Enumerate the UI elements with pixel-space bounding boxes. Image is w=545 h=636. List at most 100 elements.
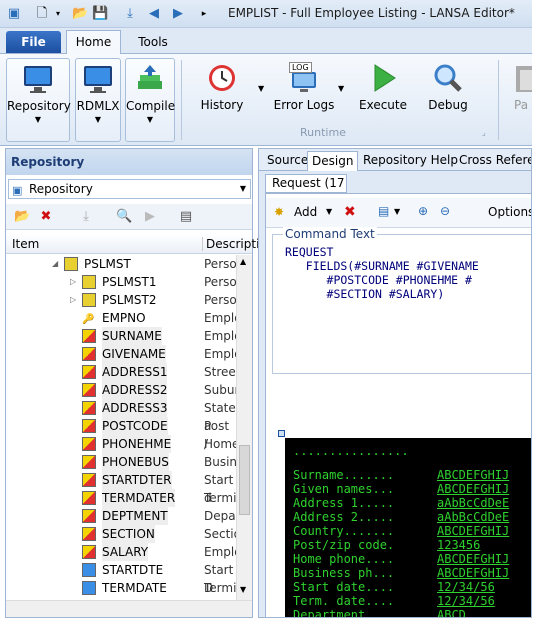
- chevron-down-icon[interactable]: ▼: [394, 207, 400, 216]
- tree-item-name: STARTDTER: [102, 471, 172, 489]
- screen-field-value[interactable]: ABCDEFGHIJ: [437, 552, 509, 566]
- column-item[interactable]: Item: [12, 237, 39, 251]
- tree-item-description: Person: [204, 275, 236, 289]
- tab-repository-help[interactable]: Repository Help: [359, 151, 462, 171]
- tree-row[interactable]: ADDRESS3 State a: [6, 399, 236, 433]
- tree-row[interactable]: 🔑 EMPNO Emplo: [6, 309, 236, 327]
- tree-row[interactable]: ◢ PSLMST Person: [6, 255, 236, 273]
- delete-icon[interactable]: ✖: [344, 204, 356, 220]
- history-dropdown-icon[interactable]: ▼: [258, 84, 264, 93]
- tree-row[interactable]: DEPTMENT Depar: [6, 507, 236, 525]
- scroll-up-icon[interactable]: ▲: [240, 257, 246, 266]
- request-tab[interactable]: Request (17 ): [265, 174, 347, 207]
- screen-field-value[interactable]: 123456: [437, 538, 480, 552]
- tab-source[interactable]: Source: [263, 151, 312, 171]
- error-logs-dropdown-icon[interactable]: ▼: [338, 84, 344, 93]
- tree-row[interactable]: SURNAME Emplo: [6, 327, 236, 345]
- tree-row[interactable]: STARTDTER Start d: [6, 471, 236, 505]
- tab-tools[interactable]: Tools: [128, 31, 178, 53]
- screen-field-value[interactable]: 12/34/56: [437, 594, 495, 608]
- key-icon: 🔑: [82, 314, 95, 325]
- dropdown-arrow-icon[interactable]: ▾: [50, 6, 66, 22]
- tree-row[interactable]: PHONEHME Home: [6, 435, 236, 453]
- forward-icon[interactable]: ▶: [170, 6, 186, 22]
- scroll-thumb[interactable]: [239, 445, 250, 515]
- tree-item-name: ADDRESS1: [102, 363, 168, 381]
- screen-field-value[interactable]: aAbBcCdDeE: [437, 510, 509, 524]
- open-folder-icon[interactable]: 📂: [14, 209, 30, 225]
- play-icon[interactable]: ▶: [142, 209, 158, 225]
- command-text-box: Command Text REQUEST FIELDS(#SURNAME #GI…: [272, 227, 531, 374]
- download-icon[interactable]: ⤓: [78, 209, 94, 225]
- tab-file[interactable]: File: [6, 31, 61, 53]
- tree-row[interactable]: SALARY Emplo: [6, 543, 236, 561]
- screen-field-value[interactable]: ABCD: [437, 608, 466, 617]
- monitor-icon: [24, 66, 52, 93]
- add-icon: ✸: [274, 205, 285, 219]
- tab-design[interactable]: Design: [307, 151, 359, 171]
- repository-panel: Repository ▣ Repository ▼ 📂 ✖ ⤓ 🔍 ▶ ▤ It…: [5, 148, 267, 618]
- open-folder-icon[interactable]: 📂: [72, 6, 88, 22]
- compile-button[interactable]: Compile ▼: [125, 58, 175, 142]
- command-text[interactable]: REQUEST FIELDS(#SURNAME #GIVENAME #POSTC…: [285, 245, 479, 301]
- screen-field-value[interactable]: ABCDEFGHIJ: [437, 524, 509, 538]
- tree-row[interactable]: TERMDATE Termi: [6, 579, 236, 597]
- search-icon[interactable]: 🔍: [116, 209, 132, 225]
- tab-home[interactable]: Home: [66, 30, 121, 55]
- expander-icon[interactable]: ◢: [52, 255, 58, 273]
- execute-label: Execute: [359, 98, 407, 112]
- tree-row[interactable]: ▷ PSLMST1 Person: [6, 273, 236, 291]
- layout-icon[interactable]: ▤: [378, 204, 389, 218]
- horizontal-scrollbar[interactable]: [6, 600, 252, 617]
- chevron-down-icon[interactable]: ▼: [326, 207, 332, 216]
- scroll-down-icon[interactable]: ▼: [240, 585, 246, 594]
- column-header: Item Descriptio: [6, 234, 267, 254]
- divider: [498, 60, 499, 140]
- tree-row[interactable]: POSTCODE Post /: [6, 417, 236, 451]
- field-icon: [82, 563, 96, 577]
- screen-field-value[interactable]: ABCDEFGHIJ: [437, 468, 509, 482]
- delete-icon[interactable]: ✖: [38, 209, 54, 225]
- screen-field-value[interactable]: ABCDEFGHIJ: [437, 482, 509, 496]
- vertical-scrollbar[interactable]: ▲ ▼: [236, 255, 252, 600]
- dialog-launcher-icon[interactable]: ⌟: [482, 128, 486, 137]
- tree-row[interactable]: TERMDATER Termi: [6, 489, 236, 507]
- zoom-out-icon[interactable]: ⊖: [440, 204, 450, 218]
- tree-item-name: PSLMST: [84, 257, 131, 271]
- tree-row[interactable]: GIVENAME Emplo: [6, 345, 236, 363]
- back-icon[interactable]: ◀: [146, 6, 162, 22]
- repository-button[interactable]: Repository ▼: [6, 58, 71, 142]
- more-icon[interactable]: ▸: [196, 6, 212, 22]
- save-icon[interactable]: 💾: [92, 6, 108, 22]
- tree-row[interactable]: ▷ PSLMST2 Person: [6, 291, 236, 309]
- compile-icon: [138, 65, 162, 89]
- tree-row[interactable]: SECTION Sectio: [6, 525, 236, 543]
- tree-row[interactable]: PHONEBUS Busine: [6, 453, 236, 471]
- tree-row[interactable]: ADDRESS2 Subur: [6, 381, 236, 399]
- tree-row[interactable]: ADDRESS1 Street: [6, 363, 236, 381]
- tree-row[interactable]: STARTDTE Start D: [6, 561, 236, 595]
- tree-item-description: Home: [204, 437, 236, 451]
- debug-button[interactable]: Debug: [424, 58, 472, 142]
- chevron-down-icon: ▼: [94, 115, 102, 124]
- screen-field-value[interactable]: 12/34/56: [437, 580, 495, 594]
- rdmlx-button[interactable]: RDMLX ▼: [75, 58, 121, 142]
- add-button[interactable]: Add: [294, 205, 317, 219]
- selection-handle[interactable]: [278, 430, 285, 437]
- zoom-in-icon[interactable]: ⊕: [418, 204, 428, 218]
- tab-cross-reference[interactable]: Cross Referen: [455, 151, 531, 171]
- chevron-down-icon: ▼: [146, 115, 154, 124]
- screen-field-value[interactable]: aAbBcCdDeE: [437, 496, 509, 510]
- properties-icon[interactable]: ▤: [178, 209, 194, 225]
- expander-icon[interactable]: ▷: [70, 273, 76, 291]
- paste-button[interactable]: Pa: [508, 58, 532, 142]
- options-button[interactable]: Options: [488, 205, 531, 219]
- execute-button[interactable]: Execute: [358, 58, 408, 142]
- download-icon[interactable]: ⤓: [122, 6, 138, 22]
- repository-combo[interactable]: ▣ Repository ▼: [8, 179, 251, 199]
- screen-field-value[interactable]: ABCDEFGHIJ: [437, 566, 509, 580]
- screen-preview[interactable]: ................ Surname....... ABCDEFGHIJ…: [285, 438, 531, 617]
- new-icon[interactable]: 🗋: [34, 6, 50, 22]
- expander-icon[interactable]: ▷: [70, 291, 76, 309]
- history-button[interactable]: History: [194, 58, 250, 142]
